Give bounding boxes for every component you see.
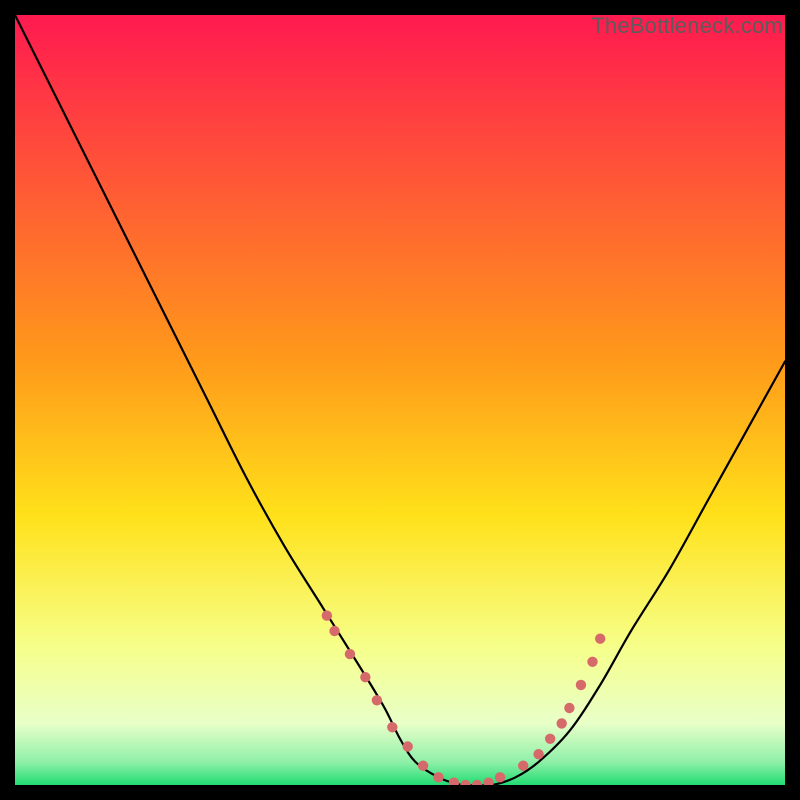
highlight-dot xyxy=(329,626,339,636)
highlight-dot xyxy=(372,695,382,705)
highlight-dot xyxy=(418,761,428,771)
highlight-dot xyxy=(557,718,567,728)
highlight-dot xyxy=(322,610,332,620)
highlight-dot xyxy=(403,741,413,751)
highlight-dot xyxy=(433,772,443,782)
highlight-dot xyxy=(495,772,505,782)
gradient-background xyxy=(15,15,785,785)
attribution-label: TheBottleneck.com xyxy=(591,13,783,39)
chart-frame: TheBottleneck.com xyxy=(15,15,785,785)
highlight-dot xyxy=(545,734,555,744)
highlight-dot xyxy=(595,634,605,644)
highlight-dot xyxy=(587,657,597,667)
highlight-dot xyxy=(387,722,397,732)
bottleneck-chart xyxy=(15,15,785,785)
highlight-dot xyxy=(345,649,355,659)
highlight-dot xyxy=(576,680,586,690)
highlight-dot xyxy=(518,761,528,771)
highlight-dot xyxy=(564,703,574,713)
highlight-dot xyxy=(360,672,370,682)
highlight-dot xyxy=(533,749,543,759)
